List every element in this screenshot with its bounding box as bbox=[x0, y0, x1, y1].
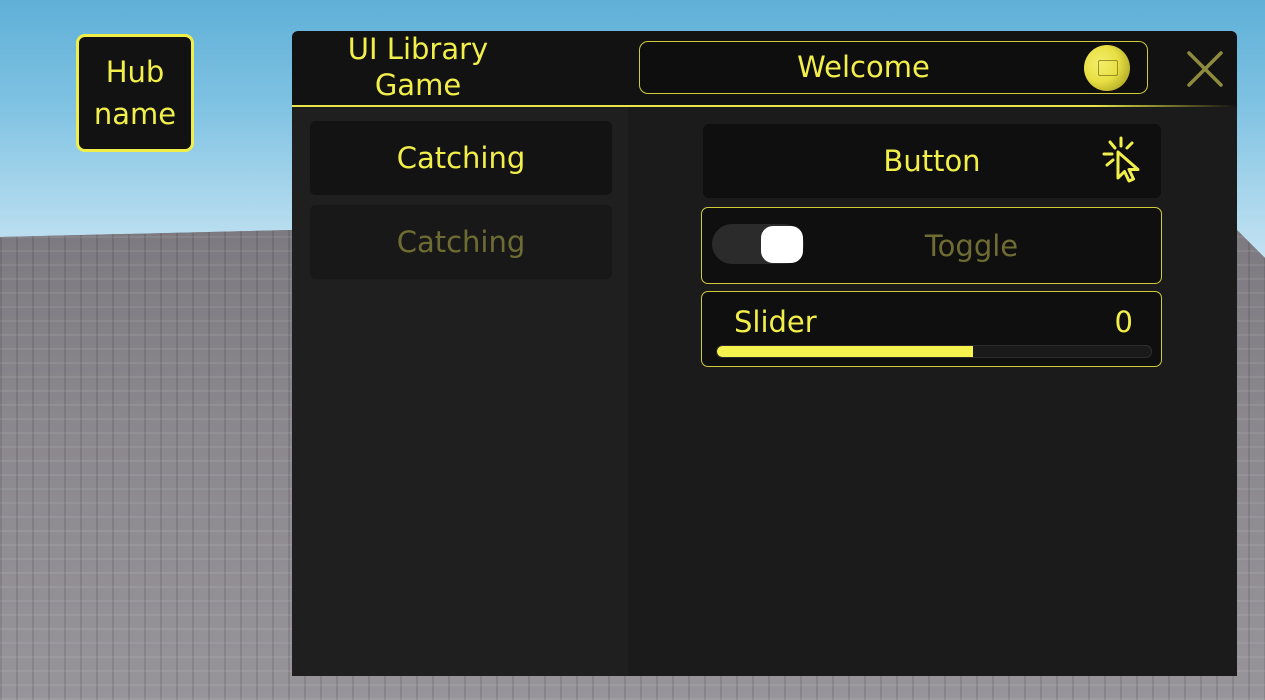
window-title: UI Library Game bbox=[347, 32, 489, 102]
ui-library-window: UI Library Game Welcome Catching Catchin… bbox=[292, 31, 1237, 676]
welcome-text: Welcome bbox=[797, 50, 930, 84]
tab-catching-secondary[interactable]: Catching bbox=[310, 205, 612, 279]
welcome-bar: Welcome bbox=[639, 41, 1148, 94]
toggle-knob bbox=[761, 226, 803, 263]
slider-track[interactable] bbox=[716, 345, 1152, 358]
slider-label: Slider bbox=[734, 305, 817, 339]
slider-row: Slider 0 bbox=[701, 291, 1162, 367]
tab-sidebar: Catching Catching bbox=[292, 107, 628, 676]
slider-value: 0 bbox=[1114, 305, 1133, 339]
toggle-switch[interactable] bbox=[712, 224, 804, 264]
tab-catching[interactable]: Catching bbox=[310, 121, 612, 195]
action-button-label: Button bbox=[883, 144, 981, 178]
slider-fill bbox=[717, 346, 974, 357]
toggle-label: Toggle bbox=[924, 229, 1019, 263]
close-icon bbox=[1187, 51, 1223, 87]
avatar-icon bbox=[1084, 45, 1130, 91]
hub-name-button[interactable]: Hub name bbox=[76, 34, 194, 152]
content-panel: Button Toggle Slider 0 bbox=[628, 107, 1237, 676]
close-button[interactable] bbox=[1185, 49, 1225, 89]
toggle-row[interactable]: Toggle bbox=[701, 207, 1162, 284]
click-cursor-icon bbox=[1102, 136, 1140, 183]
action-button[interactable]: Button bbox=[703, 124, 1161, 198]
